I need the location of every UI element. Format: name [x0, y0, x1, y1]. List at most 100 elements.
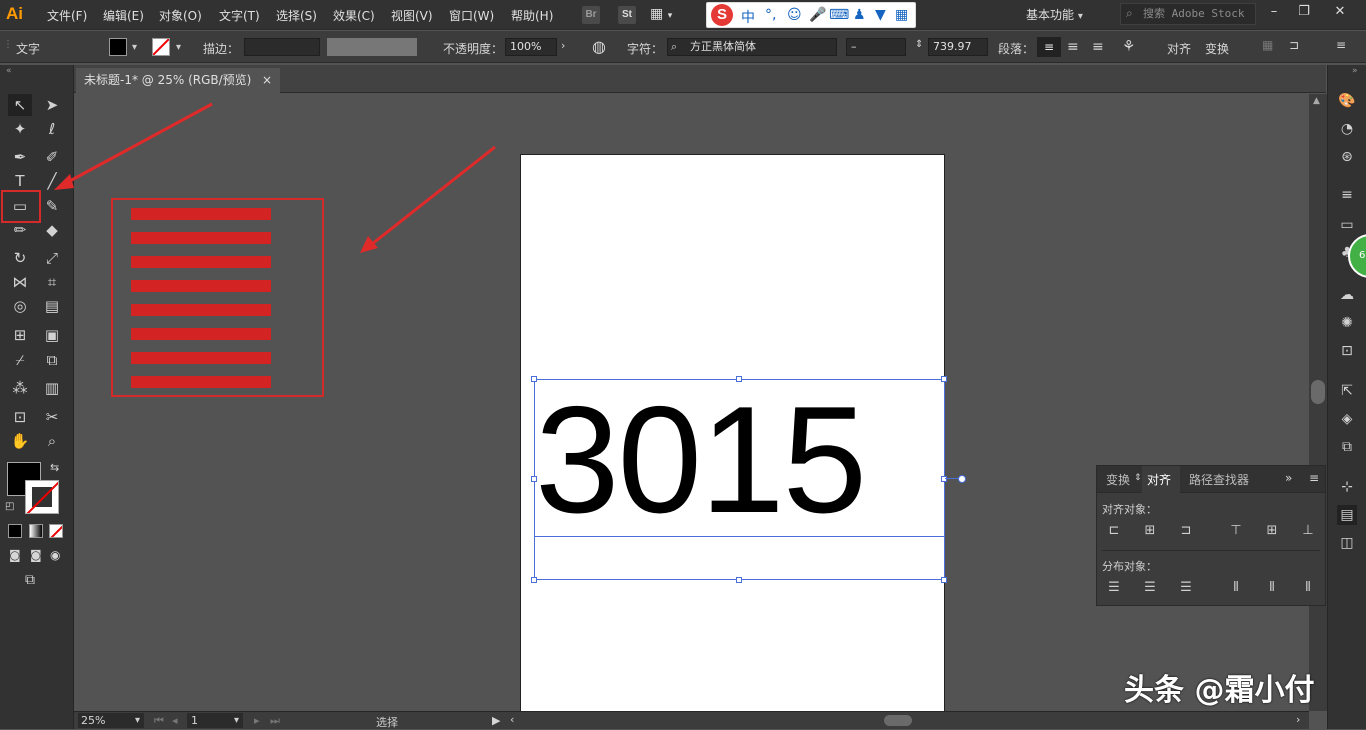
expand-panel-icon[interactable]: » — [1285, 471, 1292, 485]
scroll-left-icon[interactable]: ‹ — [510, 713, 514, 726]
color-panel-icon[interactable]: 🎨 — [1337, 91, 1357, 111]
transform-link[interactable]: 变换 — [1205, 40, 1229, 57]
isolate-icon[interactable]: ▦ — [1262, 38, 1273, 52]
align-link[interactable]: 对齐 — [1167, 40, 1191, 57]
microphone-icon[interactable]: 🎤 — [809, 7, 826, 23]
close-window-button[interactable]: ✕ — [1326, 4, 1354, 24]
vertical-scroll-thumb[interactable] — [1311, 380, 1325, 404]
draw-inside-icon[interactable]: ◉ — [50, 548, 60, 562]
horizontal-align-left-icon[interactable]: ⊏ — [1104, 521, 1124, 541]
horizontal-align-center-icon[interactable]: ⊞ — [1140, 521, 1160, 541]
last-artboard-icon[interactable]: ⏭ — [270, 714, 280, 728]
ime-logo[interactable]: S — [711, 4, 733, 26]
swap-colors-icon[interactable]: ⇆ — [50, 461, 59, 474]
perspective-grid-tool-icon[interactable]: ▤ — [40, 295, 64, 317]
stroke-color-swatch[interactable] — [25, 480, 59, 514]
symbol-sprayer-tool-icon[interactable]: ⁂ — [8, 377, 32, 399]
gradient-panel-icon[interactable]: ▭ — [1337, 215, 1357, 235]
vertical-distribute-bottom-icon[interactable]: ☰ — [1176, 578, 1196, 598]
pathfinder-dock-icon[interactable]: ⊛ — [1337, 147, 1357, 167]
tab-pathfinder[interactable]: 路径查找器 — [1189, 471, 1249, 488]
color-mode-icon[interactable] — [8, 524, 22, 538]
draw-normal-icon[interactable]: ◙ — [9, 548, 21, 562]
mesh-tool-icon[interactable]: ⊞ — [8, 324, 32, 346]
graphic-styles-icon[interactable]: ⊡ — [1337, 341, 1357, 361]
vertical-align-top-icon[interactable]: ⊤ — [1226, 521, 1246, 541]
resize-handle[interactable] — [736, 376, 742, 382]
next-artboard-icon[interactable]: ▸ — [254, 714, 260, 727]
gradient-tool-icon[interactable]: ▣ — [40, 324, 64, 346]
workspace-switcher[interactable]: 基本功能 ▾ — [1026, 4, 1106, 26]
stepper-icon[interactable]: ⇕ — [915, 39, 923, 50]
status-menu-icon[interactable]: ▶ — [492, 714, 500, 727]
vertical-distribute-top-icon[interactable]: ☰ — [1104, 578, 1124, 598]
font-size-field[interactable]: 739.97 — [928, 38, 988, 56]
status-mode[interactable]: 选择 — [376, 714, 398, 730]
gradient-mode-icon[interactable] — [29, 524, 43, 538]
horizontal-align-right-icon[interactable]: ⊐ — [1176, 521, 1196, 541]
artboards-panel-icon[interactable]: ⧉ — [1337, 437, 1357, 457]
bridge-icon[interactable]: Br — [582, 6, 600, 24]
draw-behind-icon[interactable]: ◙ — [30, 548, 42, 562]
eyedropper-tool-icon[interactable]: ⌿ — [8, 349, 32, 371]
stroke-panel-icon[interactable]: ≡ — [1337, 185, 1357, 205]
user-icon[interactable]: ♟ — [853, 7, 866, 23]
appearance-panel-icon[interactable]: ✺ — [1337, 313, 1357, 333]
minimize-button[interactable]: – — [1260, 4, 1288, 24]
recolor-icon[interactable]: ◍ — [592, 37, 606, 56]
font-style-field[interactable]: – — [846, 38, 906, 56]
free-transform-tool-icon[interactable]: ⌗ — [40, 271, 64, 293]
artboard-tool-icon[interactable]: ⊡ — [8, 406, 32, 428]
prev-artboard-icon[interactable]: ◂ — [172, 714, 178, 727]
resize-handle[interactable] — [531, 577, 537, 583]
stock-icon[interactable]: St — [618, 6, 636, 24]
resize-handle[interactable] — [941, 577, 947, 583]
zoom-tool-icon[interactable]: ⌕ — [40, 430, 64, 452]
none-mode-icon[interactable] — [49, 524, 63, 538]
vertical-align-center-icon[interactable]: ⊞ — [1262, 521, 1282, 541]
stock-search-input[interactable]: 搜索 Adobe Stock — [1120, 3, 1256, 25]
hand-tool-icon[interactable]: ✋ — [8, 430, 32, 452]
resize-handle[interactable] — [941, 376, 947, 382]
arrange-documents-icon[interactable]: ▦ ▾ — [650, 6, 680, 24]
chevron-right-icon[interactable]: › — [561, 39, 565, 52]
ime-punct[interactable]: °, — [765, 7, 776, 23]
tab-align[interactable]: 对齐 — [1147, 471, 1171, 488]
shirt-icon[interactable]: ▼ — [875, 7, 886, 23]
column-graph-tool-icon[interactable]: ▥ — [40, 377, 64, 399]
zoom-field[interactable]: 25% ▾ — [78, 713, 144, 728]
cc-libraries-icon[interactable]: ☁ — [1337, 285, 1357, 305]
blend-tool-icon[interactable]: ⧉ — [40, 349, 64, 371]
horizontal-scroll-thumb[interactable] — [884, 715, 912, 726]
grid-icon[interactable]: ▦ — [895, 7, 908, 23]
panel-menu-icon[interactable]: ≡ — [1336, 38, 1346, 52]
stepper-icon[interactable]: ⇕ — [1134, 473, 1142, 483]
resize-handle[interactable] — [941, 476, 947, 482]
horizontal-distribute-left-icon[interactable]: ⫴ — [1226, 578, 1246, 598]
opentype-icon[interactable]: ⚘ — [1122, 37, 1135, 55]
align-panel-icon[interactable]: ▤ — [1337, 505, 1357, 525]
shape-builder-tool-icon[interactable]: ◎ — [8, 295, 32, 317]
expand-icon[interactable]: » — [1352, 66, 1358, 76]
vertical-align-bottom-icon[interactable]: ⊥ — [1298, 521, 1318, 541]
horizontal-distribute-right-icon[interactable]: ⫴ — [1298, 578, 1318, 598]
envelope-icon[interactable]: ⊐ — [1289, 38, 1299, 52]
font-family-field[interactable]: 方正黑体简体 — [667, 38, 837, 56]
ime-mode[interactable]: 中 — [741, 7, 755, 27]
out-port-handle[interactable] — [958, 475, 966, 483]
pathfinder-panel-icon[interactable]: ◫ — [1337, 533, 1357, 553]
scroll-up-icon[interactable]: ▲ — [1313, 96, 1320, 106]
color-guide-icon[interactable]: ◔ — [1337, 119, 1357, 139]
panel-menu-icon[interactable]: ≡ — [1309, 471, 1319, 485]
vertical-distribute-center-icon[interactable]: ☰ — [1140, 578, 1160, 598]
selection-bounding-box[interactable] — [534, 379, 945, 580]
emoji-icon[interactable]: ☺ — [787, 7, 802, 23]
horizontal-distribute-center-icon[interactable]: ⫴ — [1262, 578, 1282, 598]
layers-panel-icon[interactable]: ◈ — [1337, 409, 1357, 429]
tab-transform[interactable]: 变换 — [1106, 471, 1130, 488]
keyboard-icon[interactable]: ⌨ — [829, 7, 849, 23]
align-center-icon[interactable]: ≡ — [1067, 39, 1079, 55]
artboard-number-field[interactable]: 1 ▾ — [187, 713, 243, 728]
resize-handle[interactable] — [531, 476, 537, 482]
restore-button[interactable]: ❐ — [1290, 4, 1318, 24]
